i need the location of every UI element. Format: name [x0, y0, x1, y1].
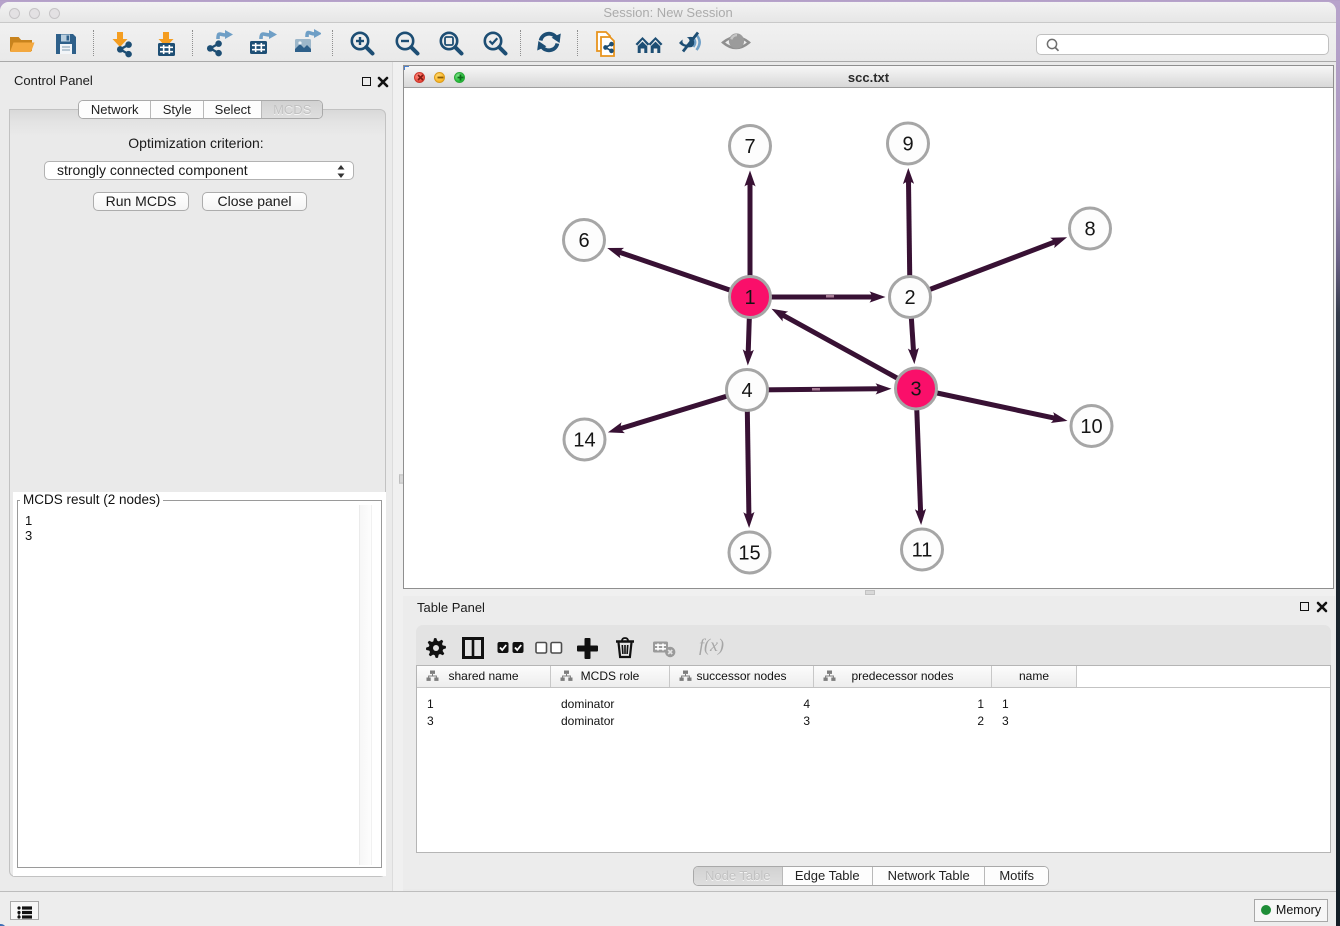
svg-text:2: 2 [904, 287, 915, 309]
svg-text:14: 14 [573, 430, 595, 452]
svg-text:9: 9 [902, 134, 913, 156]
svg-text:1: 1 [744, 287, 755, 309]
svg-text:8: 8 [1084, 219, 1095, 241]
svg-text:6: 6 [578, 230, 589, 252]
svg-text:11: 11 [912, 540, 933, 562]
svg-text:3: 3 [910, 379, 921, 401]
svg-text:4: 4 [741, 380, 752, 402]
svg-text:7: 7 [744, 136, 755, 158]
svg-text:10: 10 [1080, 416, 1102, 438]
svg-text:15: 15 [738, 543, 760, 565]
